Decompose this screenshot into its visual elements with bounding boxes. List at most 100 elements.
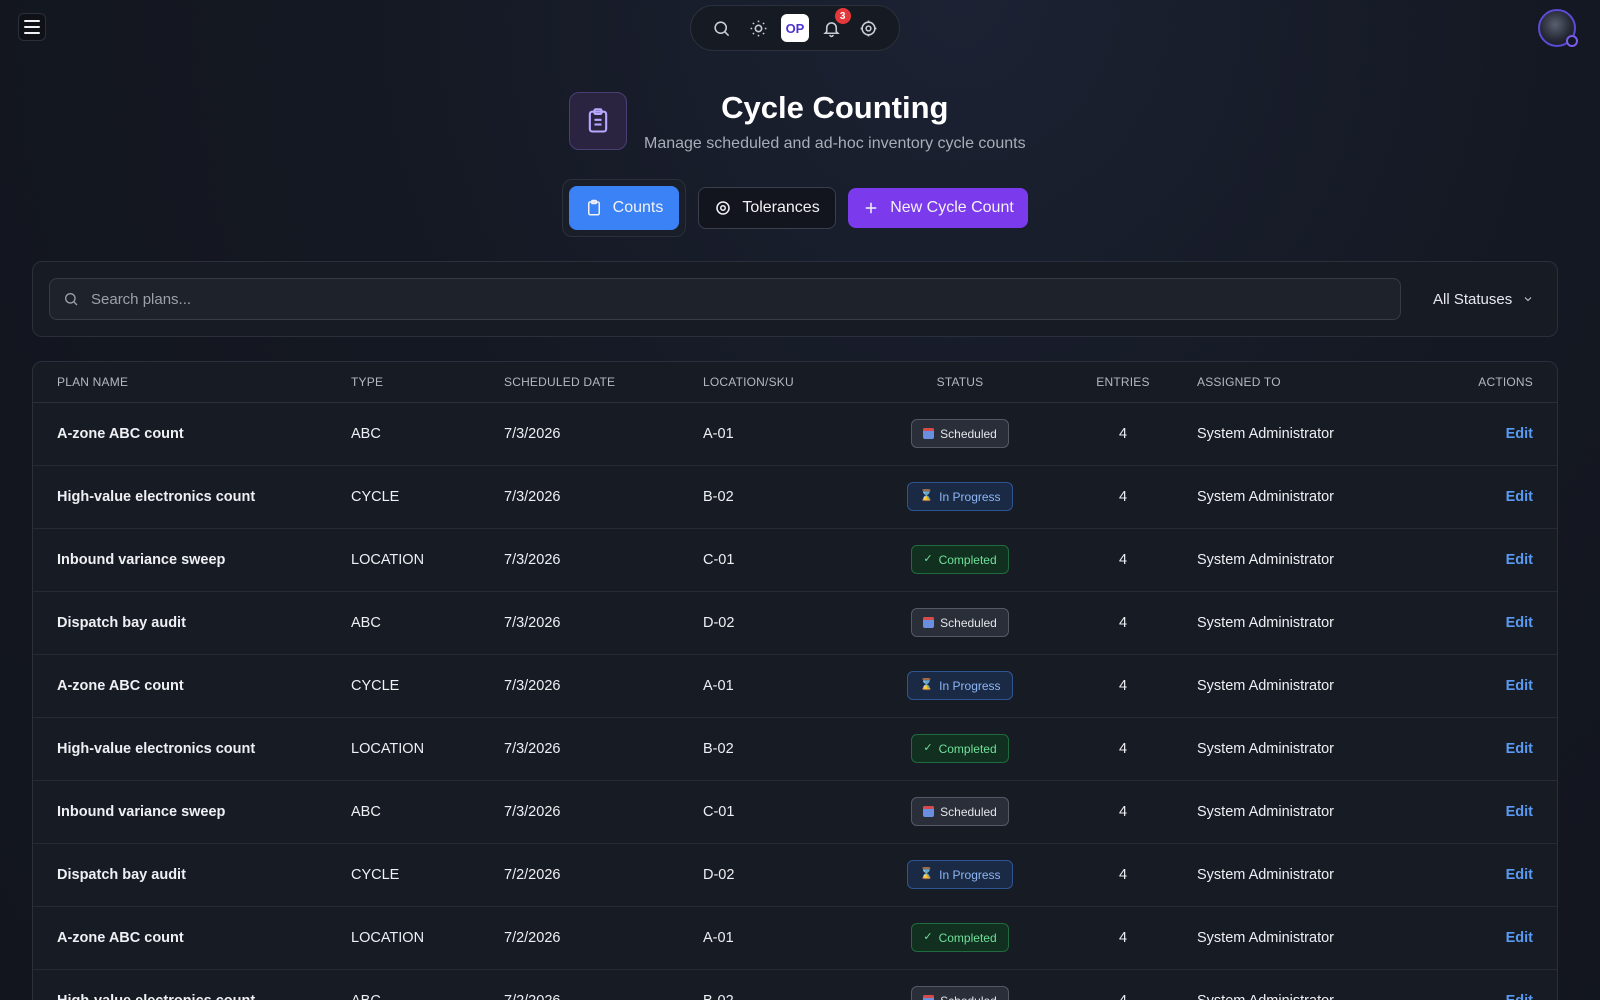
status-cell: Scheduled [871,402,1049,466]
search-input[interactable] [91,290,1291,308]
page-title: Cycle Counting [721,90,949,125]
entries-cell: 4 [1049,465,1197,529]
hourglass-icon: ⌛ [919,679,934,691]
type-cell: LOCATION [351,717,504,781]
table-row[interactable]: A-zone ABC count ABC 7/3/2026 A-01 Scheduled… [33,402,1557,466]
tab-counts[interactable]: Counts [569,186,679,230]
status-badge-label: In Progress [939,678,1001,693]
search-icon [65,293,78,306]
edit-link[interactable]: Edit [1506,552,1533,568]
status-badge-label: Completed [938,552,997,567]
table-row[interactable]: High-value electronics countABC7/2/2026B… [33,969,1557,1000]
edit-link[interactable]: Edit [1506,867,1533,883]
edit-link[interactable]: Edit [1506,615,1533,631]
status-badge: ✓ Completed [911,545,1009,574]
bell-icon[interactable]: 3 [818,8,851,42]
actions-cell: Edit [1397,465,1557,529]
calendar-icon [923,428,935,439]
edit-link[interactable]: Edit [1506,426,1533,442]
plan-name-cell: Inbound variance sweep [33,528,351,592]
status-badge-label: Scheduled [940,426,997,441]
column-header-status[interactable]: STATUS [871,362,1049,403]
table-row[interactable]: High-value electronics count LOCATION 7/3/… [33,717,1557,781]
sun-icon[interactable] [744,14,772,42]
tab-counts-wrapper: Counts [562,179,686,237]
scheduled-date-cell: 7/2/2026 [504,843,703,907]
location-cell: B-02 [703,969,871,1000]
edit-link[interactable]: Edit [1506,804,1533,820]
column-header-type[interactable]: TYPE [351,362,504,403]
scheduled-date-cell: 7/3/2026 [504,528,703,592]
table-row[interactable]: A-zone ABC count LOCATION 7/2/2026 A-01 ✓ Com… [33,906,1557,970]
scheduled-date-cell: 7/3/2026 [504,780,703,844]
column-header-actions: ACTIONS [1397,362,1557,403]
column-header-location[interactable]: LOCATION/SKU [703,362,871,403]
gear-icon[interactable] [854,14,882,42]
edit-link[interactable]: Edit [1506,489,1533,505]
page-header: Cycle Counting Manage scheduled and ad-h… [569,92,1026,153]
calendar-icon [923,806,935,817]
edit-link[interactable]: Edit [1506,993,1533,1000]
assigned-to-cell: System Administrator [1197,780,1397,844]
check-icon: ✓ [923,742,933,754]
scheduled-date-cell: 7/3/2026 [504,591,703,655]
filter-panel: All Statuses [32,261,1558,337]
search-icon[interactable] [708,14,736,42]
assigned-to-cell: System Administrator [1197,465,1397,529]
assigned-to-cell: System Administrator [1197,906,1397,970]
status-cell: Scheduled [871,780,1049,844]
status-badge: ⌛ In Progress [907,671,1013,700]
column-header-plan-name[interactable]: PLAN NAME [33,362,351,403]
column-header-scheduled-date[interactable]: SCHEDULED DATE [504,362,703,403]
status-cell: Scheduled [871,969,1049,1000]
location-cell: D-02 [703,591,871,655]
page-subtitle: Manage scheduled and ad-hoc inventory cy… [644,135,1026,152]
table-row[interactable]: Inbound variance sweep LOCATION 7/3/2026 C-… [33,528,1557,592]
table-row[interactable]: Dispatch bay audit ABC 7/3/2026 D-02 Schedul… [33,591,1557,655]
location-cell: C-01 [703,780,871,844]
app-switcher-button[interactable]: OP [780,14,809,42]
edit-link[interactable]: Edit [1506,930,1533,946]
status-cell: ⌛ In Progress [871,843,1049,907]
notification-count-badge: 3 [834,8,851,24]
column-header-assigned-to[interactable]: ASSIGNED TO [1197,362,1397,403]
menu-icon-line [24,20,40,22]
tab-tolerances[interactable]: Tolerances [698,187,836,229]
table-row[interactable]: High-value electronics count CYCLE 7/3/202… [33,465,1557,529]
table-row[interactable]: Dispatch bay audit CYCLE 7/2/2026 D-02 ⌛ In P… [33,843,1557,907]
status-badge: Scheduled [911,419,1009,448]
status-cell: ⌛ In Progress [871,654,1049,718]
menu-button[interactable] [18,13,46,41]
edit-link[interactable]: Edit [1506,741,1533,757]
location-cell: B-02 [703,717,871,781]
actions-cell: Edit [1397,906,1557,970]
actions-cell: Edit [1397,717,1557,781]
table-row[interactable]: A-zone ABC count CYCLE 7/3/2026 A-01 ⌛ In Pro… [33,654,1557,718]
new-cycle-count-button[interactable]: New Cycle Count [848,188,1028,228]
assigned-to-cell: System Administrator [1197,528,1397,592]
table-row[interactable]: Inbound variance sweep ABC 7/3/2026 C-01 Sch… [33,780,1557,844]
actions-cell: Edit [1397,654,1557,718]
scheduled-date-cell: 7/2/2026 [504,906,703,970]
edit-link[interactable]: Edit [1506,678,1533,694]
location-cell: C-01 [703,528,871,592]
location-cell: A-01 [703,654,871,718]
scheduled-date-cell: 7/2/2026 [504,969,703,1000]
calendar-icon [923,995,935,1000]
entries-cell: 4 [1049,843,1197,907]
scheduled-date-cell: 7/3/2026 [504,654,703,718]
entries-cell: 4 [1049,654,1197,718]
user-avatar[interactable] [1538,9,1578,47]
assigned-to-cell: System Administrator [1197,717,1397,781]
menu-icon-line [24,26,40,28]
status-badge: Scheduled [911,797,1009,826]
status-badge: ✓ Completed [911,734,1009,763]
menu-icon-line [24,32,40,34]
top-toolbar: OP 3 [690,5,900,51]
status-badge-label: In Progress [939,489,1001,504]
search-box [49,278,1401,320]
check-icon: ✓ [923,553,933,565]
status-filter-value: All Statuses [1433,290,1513,308]
column-header-entries[interactable]: ENTRIES [1049,362,1197,403]
status-filter-select[interactable]: All Statuses [1433,284,1534,314]
